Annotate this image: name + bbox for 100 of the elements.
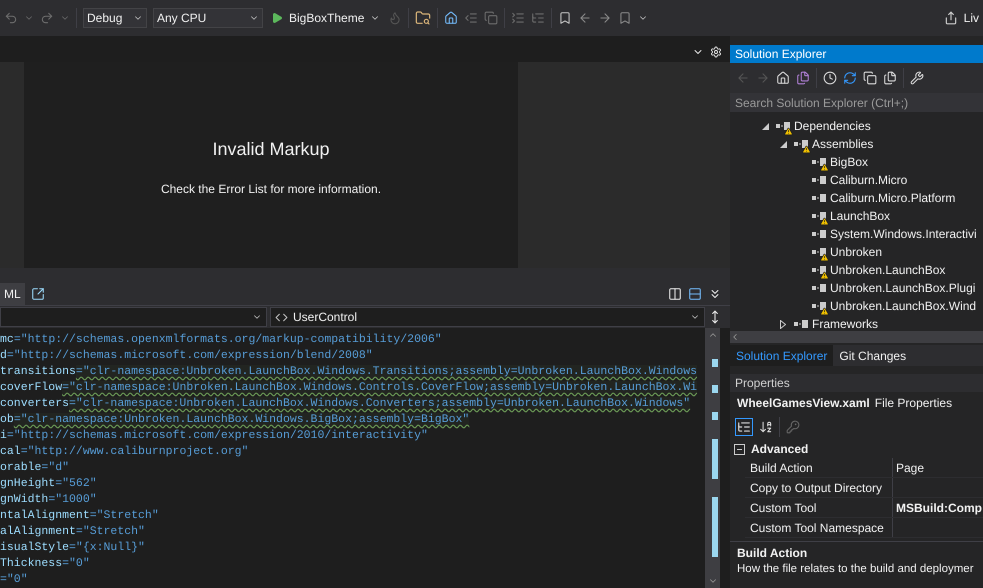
category-label: Advanced xyxy=(751,442,808,456)
reference-icon xyxy=(812,301,826,311)
tree-item[interactable]: Unbroken.LaunchBox xyxy=(730,261,983,279)
collapse-toggle[interactable] xyxy=(734,444,745,454)
tree-label: Frameworks xyxy=(812,317,878,331)
platform-dropdown[interactable]: Any CPU xyxy=(153,8,263,28)
scroll-marker xyxy=(712,385,718,394)
tree-item[interactable]: Frameworks xyxy=(730,315,983,331)
files-icon[interactable] xyxy=(883,71,897,85)
panel-title: Solution Explorer xyxy=(730,45,983,63)
reference-icon xyxy=(812,211,826,221)
tree-label: System.Windows.Interactivi xyxy=(830,227,977,241)
home-icon[interactable] xyxy=(776,71,790,85)
tree-label: Unbroken xyxy=(830,245,882,259)
warning-icon xyxy=(820,307,829,316)
warning-icon xyxy=(820,253,829,262)
list-icon[interactable] xyxy=(511,11,526,25)
code-line: gnWidth="1000" xyxy=(0,492,98,508)
split-horizontal-icon[interactable] xyxy=(688,287,702,301)
warning-icon xyxy=(820,163,829,172)
code-line: Thickness="0" xyxy=(0,556,91,572)
tree-label: Assemblies xyxy=(812,137,874,151)
configuration-dropdown[interactable]: Debug xyxy=(83,8,147,28)
bookmark-icon[interactable] xyxy=(558,11,572,25)
warning-icon xyxy=(784,127,793,136)
description-text: How the file relates to the build and deploymer xyxy=(737,563,975,575)
code-line: ntalAlignment="Stretch" xyxy=(0,508,160,524)
tree-item[interactable]: Unbroken.LaunchBox.Wind xyxy=(730,297,983,315)
start-button[interactable]: BigBoxTheme xyxy=(269,11,382,25)
code-line: mc="http://schemas.openxmlformats.org/markup-compatibility/2006" xyxy=(0,332,443,348)
copy-icon[interactable] xyxy=(484,11,498,25)
popout-icon[interactable] xyxy=(30,287,45,301)
scroll-marker xyxy=(712,412,718,420)
tree-label: Caliburn.Micro.Platform xyxy=(830,191,956,205)
property-value[interactable]: MSBuild:Comp xyxy=(892,498,983,517)
clock-icon[interactable] xyxy=(823,71,837,85)
expanded-icon[interactable] xyxy=(762,122,768,130)
object-name: WheelGamesView.xaml xyxy=(737,396,870,410)
live-share-button[interactable]: Liv xyxy=(944,11,979,25)
tree-item[interactable]: BigBox xyxy=(730,153,983,171)
tree-item[interactable]: Caliburn.Micro.Platform xyxy=(730,189,983,207)
categorized-button[interactable] xyxy=(735,418,753,436)
expanded-icon[interactable] xyxy=(780,140,786,148)
tree-item[interactable]: Caliburn.Micro xyxy=(730,171,983,189)
tree-item[interactable]: System.Windows.Interactivi xyxy=(730,225,983,243)
tree-item[interactable]: LaunchBox xyxy=(730,207,983,225)
play-icon xyxy=(271,12,283,24)
undo-icon[interactable] xyxy=(4,11,18,25)
reference-icon xyxy=(812,265,826,275)
code-line: alAlignment="Stretch" xyxy=(0,524,146,540)
tree-label: Unbroken.LaunchBox.Wind xyxy=(830,299,976,313)
wrench-icon[interactable] xyxy=(910,71,924,85)
code-line: d="http://schemas.microsoft.com/expression/blend/2008" xyxy=(0,348,374,364)
warning-icon xyxy=(820,217,829,226)
code-icon xyxy=(275,310,288,324)
tree-label: Dependencies xyxy=(794,119,871,133)
key-icon[interactable] xyxy=(786,420,800,434)
folder-search-icon[interactable] xyxy=(415,10,432,26)
code-line: transitions="clr-namespace:Unbroken.LaunchBox.Windows.Transitions;assembly=Unbroken.LaunchBox.Windows xyxy=(0,364,698,380)
code-line: orable="d" xyxy=(0,460,70,476)
navigation-dropdown[interactable]: UserControl xyxy=(270,307,705,327)
reference-icon xyxy=(812,193,826,203)
search-field[interactable]: Search Solution Explorer (Ctrl+;) xyxy=(730,93,983,112)
reference-icon xyxy=(776,121,790,131)
tree-label: LaunchBox xyxy=(830,209,890,223)
panel-tab[interactable]: Git Changes xyxy=(833,345,912,366)
reference-icon xyxy=(812,283,826,293)
horizontal-scrollbar[interactable] xyxy=(730,331,983,343)
refresh-icon[interactable] xyxy=(843,71,857,85)
share-icon xyxy=(944,11,958,25)
split-vertical-icon[interactable] xyxy=(668,287,682,301)
code-line: ob="clr-namespace:Unbroken.LaunchBox.Windows.BigBox;assembly=BigBox" xyxy=(0,412,470,428)
bookmark-icon[interactable] xyxy=(618,11,632,25)
tree-label: BigBox xyxy=(830,155,868,169)
scrollbar[interactable] xyxy=(705,328,720,588)
tree-item[interactable]: Assemblies xyxy=(730,135,983,153)
list-icon[interactable] xyxy=(531,11,546,25)
arrow-right-icon[interactable] xyxy=(598,11,612,25)
scroll-marker xyxy=(712,497,718,558)
tree-item[interactable]: Unbroken xyxy=(730,243,983,261)
tree-item[interactable]: Dependencies xyxy=(730,117,983,135)
panel-tab[interactable]: Solution Explorer xyxy=(730,345,834,366)
editor-tab[interactable]: ML xyxy=(0,283,25,305)
code-line: isualStyle="{x:Null}" xyxy=(0,540,146,556)
arrow-left-icon[interactable] xyxy=(578,11,592,25)
home-icon[interactable] xyxy=(444,11,458,25)
object-type: File Properties xyxy=(874,396,952,410)
indent-icon[interactable] xyxy=(464,11,478,25)
settings-icon[interactable] xyxy=(710,46,722,58)
reference-icon xyxy=(794,319,808,329)
tree-item[interactable]: Unbroken.LaunchBox.Plugi xyxy=(730,279,983,297)
redo-icon[interactable] xyxy=(40,11,54,25)
sort-alphabetical-icon[interactable] xyxy=(759,420,773,434)
code-line: converters="clr-namespace:Unbroken.LaunchBox.Windows.Converters;assembly=Unbroken.LaunchBox.Windows" xyxy=(0,396,692,412)
dropdown-value: UserControl xyxy=(293,310,358,324)
tree-label: Unbroken.LaunchBox xyxy=(830,263,946,277)
collapsed-icon[interactable] xyxy=(780,320,786,328)
code-line: ="0" xyxy=(0,572,29,588)
reference-icon xyxy=(812,175,826,185)
panel-title: Properties xyxy=(730,374,983,392)
